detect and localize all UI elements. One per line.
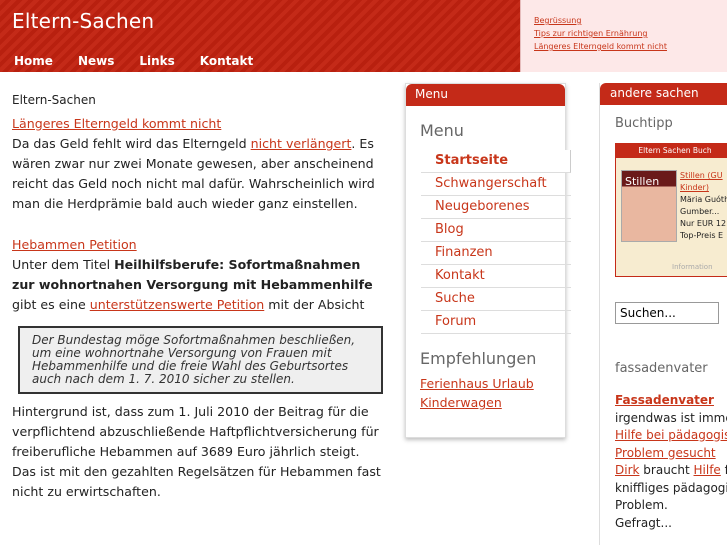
feed-link-problem[interactable]: Problem gesucht	[615, 446, 716, 460]
recommend-ferienhaus[interactable]: Ferienhaus Urlaub	[420, 374, 565, 393]
header-recent-links: Begrüssung Tips zur richtigen Ernährung …	[520, 0, 727, 72]
menu-item-blog[interactable]: Blog	[421, 219, 571, 242]
menu-box-header: Menu	[406, 84, 565, 106]
book-title-link[interactable]: Stillen (GU	[680, 171, 723, 180]
fassadenvater-feed: Fassadenvater irgendwas ist immer Hilfe …	[615, 392, 727, 532]
book-details: Stillen (GU Kinder) Märia Guóth Gumber..…	[680, 170, 727, 242]
book-cover-title: Stillen	[625, 175, 660, 188]
book-title-link-2[interactable]: Kinder)	[680, 183, 709, 192]
feed-link-fassadenvater[interactable]: Fassadenvater	[615, 393, 714, 407]
recent-link-ernaehrung[interactable]: Tips zur richtigen Ernährung	[534, 27, 727, 40]
book-author: Märia Guóth	[680, 195, 727, 204]
nav-home[interactable]: Home	[14, 54, 53, 68]
main-content: Eltern-Sachen Längeres Elterngeld kommt …	[12, 90, 386, 502]
article-body-hebammen: Unter dem Titel Heilhilfsberufe: Sofortm…	[12, 257, 373, 312]
sidebar-header: andere sachen	[600, 83, 727, 105]
nav-links[interactable]: Links	[139, 54, 174, 68]
recommend-kinderwagen[interactable]: Kinderwagen	[420, 393, 565, 412]
menu-item-forum[interactable]: Forum	[421, 311, 571, 334]
right-sidebar: andere sachen Buchtipp Eltern Sachen Buc…	[599, 83, 727, 545]
menu-box: Menu Menu Startseite Schwangerschaft Neu…	[405, 83, 571, 438]
book-price: Nur EUR 12	[680, 219, 727, 228]
feed-text-2: braucht	[639, 463, 694, 477]
menu-item-neugeborenes[interactable]: Neugeborenes	[421, 196, 571, 219]
book-author-2: Gumber...	[680, 207, 720, 216]
menu-item-kontakt[interactable]: Kontakt	[421, 265, 571, 288]
site-title[interactable]: Eltern-Sachen	[12, 9, 154, 33]
article-title-hebammen[interactable]: Hebammen Petition	[12, 237, 137, 252]
article-title-elterngeld[interactable]: Längeres Elterngeld kommt nicht	[12, 116, 221, 131]
buchtipp-title: Buchtipp	[615, 116, 673, 131]
recommend-list: Ferienhaus Urlaub Kinderwagen	[406, 374, 565, 412]
feed-text-4: kniffliges pädagogi	[615, 480, 727, 495]
feed-link-dirk[interactable]: Dirk	[615, 463, 639, 477]
menu-item-suche[interactable]: Suche	[421, 288, 571, 311]
article-body-hintergrund: Hintergrund ist, dass zum 1. Juli 2010 d…	[12, 404, 381, 499]
nav-kontakt[interactable]: Kontakt	[200, 54, 253, 68]
menu-item-finanzen[interactable]: Finanzen	[421, 242, 571, 265]
menu-section-title: Menu	[420, 121, 464, 140]
petition-quote: Der Bundestag möge Sofortmaßnahmen besch…	[18, 326, 383, 394]
feed-text-1: irgendwas ist immer	[615, 410, 727, 425]
recent-link-begruessung[interactable]: Begrüssung	[534, 14, 727, 27]
book-cover-image[interactable]: Stillen	[621, 170, 677, 242]
feed-text-6: Gefragt...	[615, 515, 672, 530]
nav-news[interactable]: News	[78, 54, 114, 68]
book-widget-header: Eltern Sachen Buch	[616, 144, 727, 158]
link-petition[interactable]: unterstützenswerte Petition	[90, 297, 265, 312]
menu-list: Startseite Schwangerschaft Neugeborenes …	[421, 150, 571, 334]
feed-text-5: Problem.	[615, 498, 668, 512]
feed-link-hilfe-2[interactable]: Hilfe	[694, 463, 721, 477]
fassadenvater-title: fassadenvater	[615, 361, 708, 376]
feed-link-hilfe[interactable]: Hilfe bei pädagogis	[615, 428, 727, 442]
book-information-link[interactable]: Information	[672, 263, 713, 271]
menu-item-schwangerschaft[interactable]: Schwangerschaft	[421, 173, 571, 196]
book-price-2: Top-Preis E	[680, 231, 724, 240]
breadcrumb: Eltern-Sachen	[12, 93, 96, 107]
feed-text-3: fü	[724, 463, 727, 477]
main-nav: Home News Links Kontakt	[14, 54, 278, 68]
recent-link-elterngeld[interactable]: Längeres Elterngeld kommt nicht	[534, 40, 727, 53]
search-input[interactable]	[615, 302, 719, 324]
link-nicht-verlaengert[interactable]: nicht verlängert	[251, 136, 352, 151]
menu-item-startseite[interactable]: Startseite	[421, 150, 571, 173]
book-widget: Eltern Sachen Buch Stillen Stillen (GU K…	[615, 143, 727, 277]
recommend-title: Empfehlungen	[420, 349, 537, 368]
article-body-elterngeld: Da das Geld fehlt wird das Elterngeld ni…	[12, 136, 375, 211]
